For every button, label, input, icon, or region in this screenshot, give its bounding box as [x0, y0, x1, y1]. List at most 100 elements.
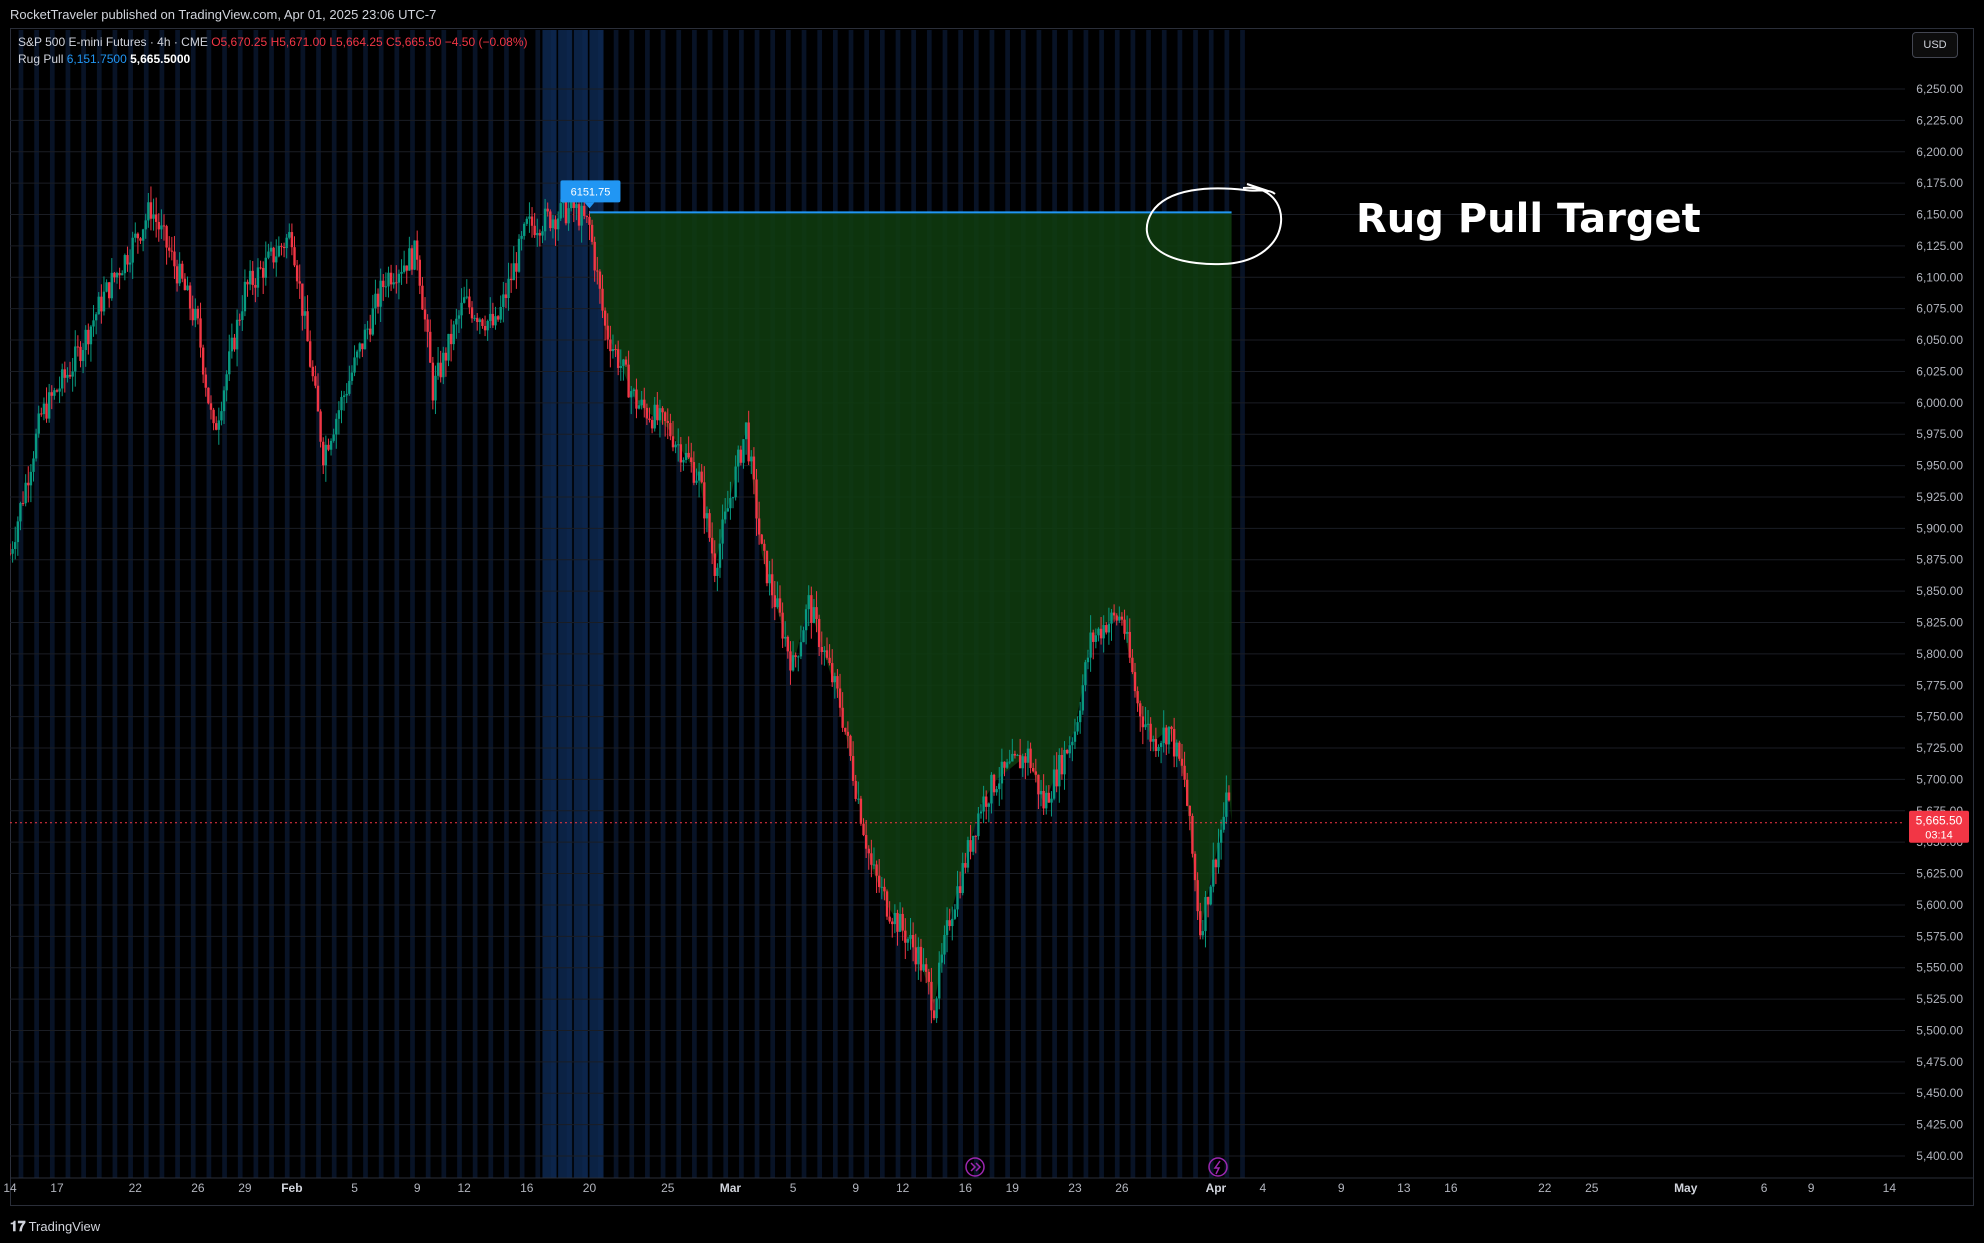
session-band: [707, 30, 713, 1178]
candle-body: [883, 886, 886, 892]
candle-body: [645, 407, 649, 419]
candle-body: [298, 281, 301, 284]
candle-body: [1037, 774, 1040, 795]
y-tick-label: 6,200.00: [1916, 145, 1963, 159]
candle-body: [220, 411, 223, 421]
candle-body: [1183, 765, 1186, 780]
candle-body: [684, 452, 688, 460]
candle-body: [669, 422, 672, 437]
candle-body: [768, 574, 771, 584]
candle-body: [1000, 761, 1004, 784]
candle-body: [922, 964, 925, 971]
candle-body: [1003, 761, 1006, 768]
candle-body: [836, 676, 839, 689]
candle-body: [956, 886, 959, 910]
candle-body: [543, 208, 547, 232]
y-tick-label: 5,725.00: [1916, 741, 1963, 755]
y-tick-label: 6,150.00: [1916, 208, 1963, 222]
candle-body: [849, 735, 852, 757]
candle-body: [79, 346, 82, 362]
symbol-name[interactable]: S&P 500 E-mini Futures · 4h · CME: [18, 35, 208, 49]
candle-body: [739, 449, 743, 463]
candle-body: [308, 341, 312, 367]
chart-svg[interactable]: 6151.75 Rug Pull Target 5,400.00 5,425.00 5,…: [0, 0, 1984, 1243]
candle-body: [985, 796, 988, 807]
x-tick-label: 5: [351, 1181, 358, 1195]
candle-body: [128, 262, 132, 265]
session-band: [65, 30, 71, 1178]
y-tick-label: 5,800.00: [1916, 647, 1963, 661]
candle-body: [729, 498, 732, 509]
candle-body: [1206, 897, 1210, 905]
candle-body: [277, 245, 281, 257]
candle-body: [966, 840, 970, 868]
session-band: [316, 30, 321, 1178]
ohlc-close: C5,665.50: [386, 35, 442, 49]
candle-body: [815, 607, 818, 619]
candle-body: [851, 756, 855, 781]
candle-body: [859, 798, 863, 824]
x-tick-label: 9: [852, 1181, 859, 1195]
candle-body: [1086, 657, 1090, 663]
y-tick-label: 5,700.00: [1916, 772, 1963, 786]
candle-body: [731, 497, 735, 499]
session-band: [504, 30, 509, 1178]
candle-body: [353, 357, 356, 373]
candle-body: [29, 471, 33, 486]
candle-body: [19, 503, 22, 522]
candle-body: [656, 404, 659, 421]
candle-body: [601, 288, 604, 311]
tradingview-logo[interactable]: 𝟏𝟕 TradingView: [10, 1218, 100, 1235]
candle-body: [426, 319, 429, 332]
candle-body: [113, 272, 116, 278]
candle-body: [844, 727, 847, 732]
candle-body: [938, 962, 941, 999]
x-tick-label: 20: [583, 1181, 597, 1195]
currency-button[interactable]: USD: [1912, 32, 1958, 58]
candle-body: [1204, 897, 1207, 932]
candle-body: [567, 208, 570, 224]
session-band: [18, 30, 24, 1178]
candle-body: [196, 308, 200, 319]
candle-body: [971, 835, 975, 852]
candle-body: [275, 256, 278, 263]
candle-body: [439, 362, 442, 378]
candle-body: [183, 278, 187, 291]
candle-body: [682, 459, 685, 463]
candle-body: [1076, 722, 1079, 732]
candle-body: [162, 225, 166, 227]
candle-body: [230, 337, 234, 352]
indicator-name[interactable]: Rug Pull: [18, 52, 63, 66]
session-band: [425, 30, 431, 1178]
candle-body: [131, 237, 134, 263]
candle-body: [635, 389, 638, 409]
candle-body: [677, 444, 680, 446]
candle-body: [110, 272, 113, 299]
candle-body: [611, 348, 615, 352]
candle-body: [804, 609, 808, 631]
candle-body: [906, 938, 910, 943]
y-tick-label: 6,000.00: [1916, 396, 1963, 410]
candle-body: [810, 595, 813, 623]
y-tick-label: 5,525.00: [1916, 992, 1963, 1006]
candle-body: [763, 543, 766, 551]
candle-body: [160, 225, 163, 230]
candle-body: [598, 271, 602, 289]
y-tick-label: 5,600.00: [1916, 898, 1963, 912]
y-tick-label: 5,900.00: [1916, 521, 1963, 535]
candle-body: [366, 328, 369, 330]
candle-body: [990, 774, 993, 804]
candle-body: [927, 971, 930, 982]
candle-body: [862, 823, 865, 836]
x-tick-label: 9: [414, 1181, 421, 1195]
candle-body: [259, 267, 262, 269]
candle-body: [134, 233, 137, 238]
candle-body: [901, 913, 904, 931]
candle-body: [1212, 859, 1215, 887]
candle-body: [301, 283, 304, 316]
candle-body: [478, 319, 482, 323]
candle-body: [457, 315, 461, 319]
session-band: [535, 30, 541, 1178]
candle-body: [757, 518, 761, 535]
candle-body: [523, 223, 526, 236]
